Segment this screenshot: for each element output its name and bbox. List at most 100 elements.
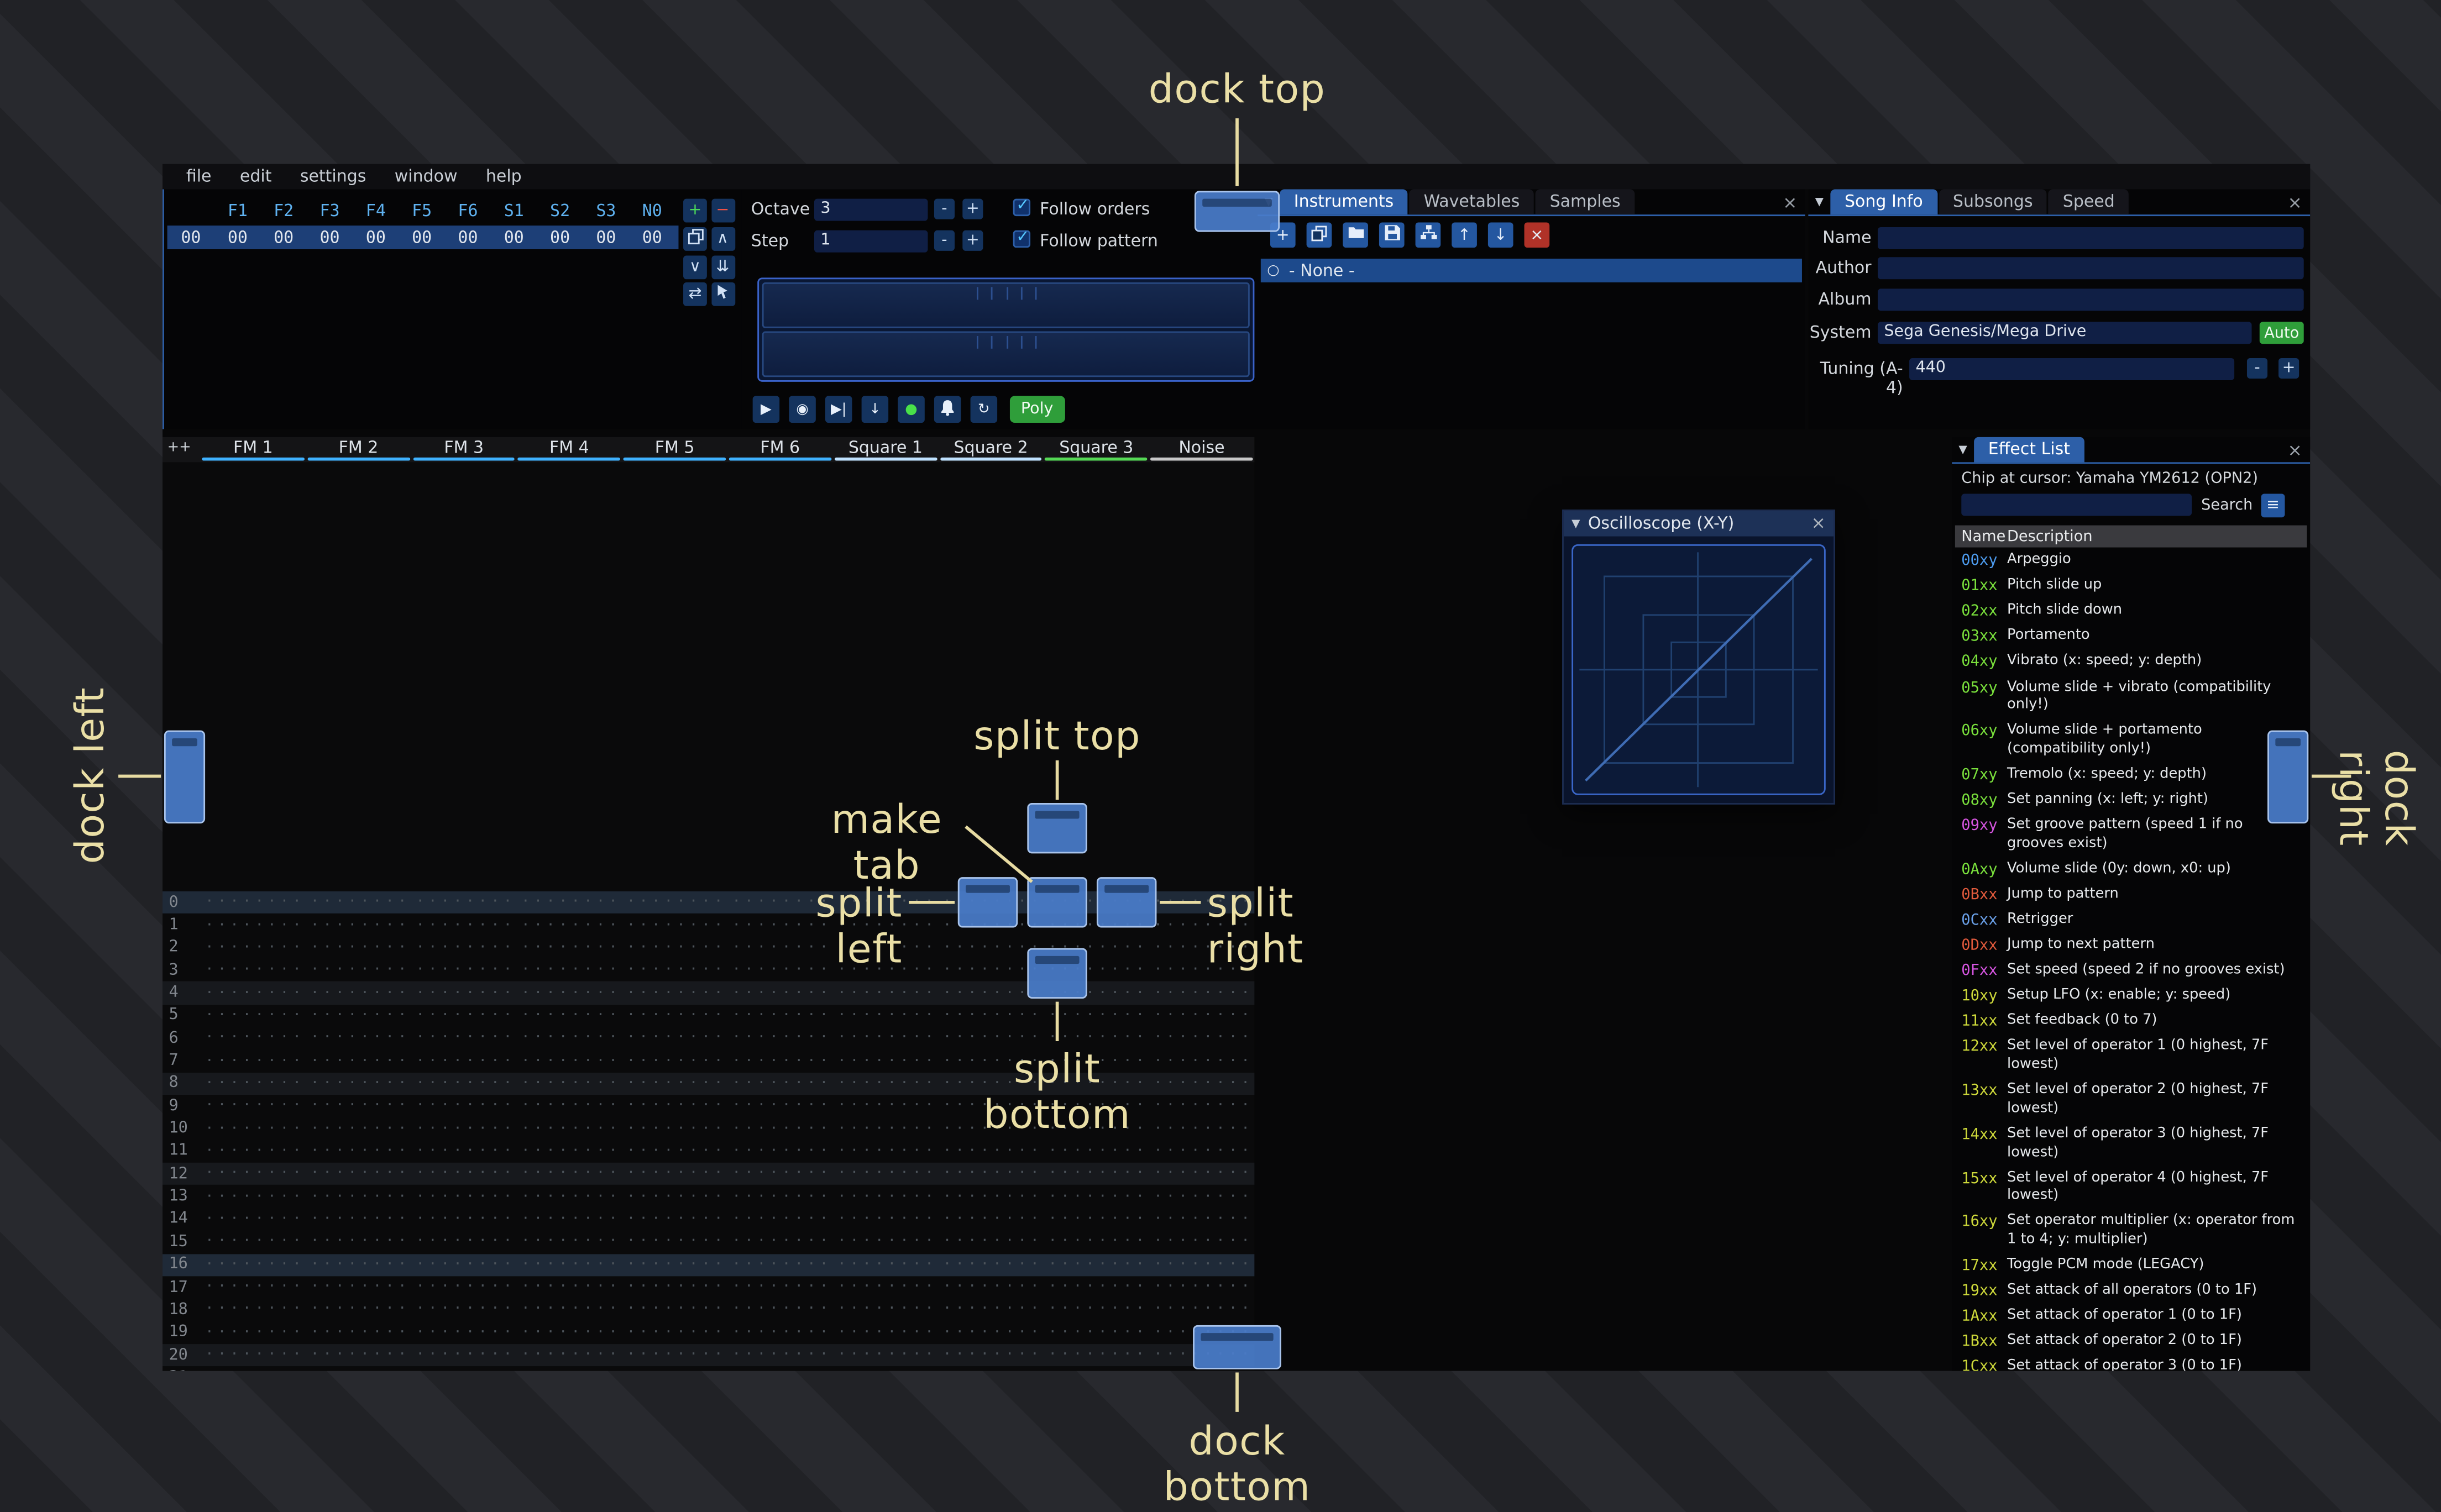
pattern-cell[interactable]: ·············· bbox=[622, 1121, 727, 1137]
pattern-cell[interactable]: ·············· bbox=[1044, 1143, 1149, 1159]
pattern-cell[interactable]: ·············· bbox=[201, 1279, 306, 1295]
pattern-cell[interactable]: ·············· bbox=[1044, 1325, 1149, 1341]
pattern-cell[interactable]: ·············· bbox=[938, 1257, 1044, 1273]
close-icon[interactable]: × bbox=[2288, 440, 2302, 460]
pattern-cell[interactable]: ·············· bbox=[833, 1143, 938, 1159]
pattern-cell[interactable]: ·············· bbox=[1044, 1279, 1149, 1295]
pattern-cell[interactable]: ·············· bbox=[833, 985, 938, 1001]
step-decrease-button[interactable]: - bbox=[934, 230, 955, 251]
metronome-button[interactable] bbox=[934, 396, 961, 423]
effect-row[interactable]: 16xy Set operator multiplier (x: operator… bbox=[1955, 1210, 2310, 1254]
channel-header-fm-2[interactable]: FM 2 bbox=[306, 437, 411, 463]
pattern-cell[interactable]: ·············· bbox=[517, 1053, 622, 1069]
order-edit-mode-button[interactable] bbox=[710, 283, 735, 307]
pattern-cell[interactable]: ·············· bbox=[517, 1166, 622, 1182]
pattern-cell[interactable]: ·············· bbox=[622, 1234, 727, 1250]
octave-input[interactable]: 3 bbox=[814, 198, 928, 221]
collapse-arrow-icon[interactable]: ▼ bbox=[1808, 190, 1830, 215]
pattern-cell[interactable]: ·············· bbox=[201, 1008, 306, 1024]
pattern-cell[interactable]: ·············· bbox=[727, 1166, 832, 1182]
pattern-cell[interactable]: ·············· bbox=[938, 1166, 1044, 1182]
pattern-cell[interactable]: ·············· bbox=[1044, 1166, 1149, 1182]
pattern-cell[interactable]: ·············· bbox=[201, 1257, 306, 1273]
pattern-cell[interactable]: ·············· bbox=[1044, 1008, 1149, 1024]
pattern-cell[interactable]: ·············· bbox=[1044, 1347, 1149, 1363]
pattern-cell[interactable]: ·············· bbox=[517, 1121, 622, 1137]
pattern-cell[interactable]: ·············· bbox=[201, 1099, 306, 1115]
pattern-cell[interactable]: ·············· bbox=[517, 1143, 622, 1159]
pattern-cell[interactable]: ·············· bbox=[1149, 1234, 1254, 1250]
effect-row[interactable]: 01xx Pitch slide up bbox=[1955, 574, 2310, 600]
pattern-cell[interactable]: ·············· bbox=[201, 1325, 306, 1341]
effect-row[interactable]: 0Fxx Set speed (speed 2 if no grooves exi… bbox=[1955, 959, 2310, 984]
pattern-cell[interactable]: ·············· bbox=[306, 1008, 411, 1024]
pattern-cell[interactable]: ·············· bbox=[411, 1325, 516, 1341]
tab-song-info[interactable]: Song Info bbox=[1830, 189, 1937, 215]
pattern-cell[interactable]: ·············· bbox=[201, 1031, 306, 1047]
pattern-cell[interactable]: ·············· bbox=[833, 1076, 938, 1092]
pattern-cell[interactable]: ·············· bbox=[201, 1166, 306, 1182]
tab-wavetables[interactable]: Wavetables bbox=[1409, 189, 1534, 215]
move-instrument-down-button[interactable]: ↓ bbox=[1487, 222, 1513, 248]
pattern-cell[interactable]: ·············· bbox=[411, 1347, 516, 1363]
pattern-cell[interactable]: ·············· bbox=[727, 1008, 832, 1024]
channel-header-noise[interactable]: Noise bbox=[1149, 437, 1255, 463]
pattern-cell[interactable]: ·············· bbox=[1149, 1143, 1254, 1159]
oscilloscope-window[interactable]: ▼ Oscilloscope (X-Y) × bbox=[1562, 510, 1835, 805]
pattern-cell[interactable]: ·············· bbox=[622, 1008, 727, 1024]
tuning-increase-button[interactable]: + bbox=[2278, 358, 2299, 379]
pattern-cell[interactable]: ·············· bbox=[201, 1302, 306, 1318]
pattern-cell[interactable]: ·············· bbox=[833, 1211, 938, 1227]
channel-header-square-2[interactable]: Square 2 bbox=[938, 437, 1044, 463]
pattern-cell[interactable]: ·············· bbox=[201, 1370, 306, 1371]
pattern-cell[interactable]: ·············· bbox=[833, 1234, 938, 1250]
pattern-cell[interactable]: ·············· bbox=[517, 895, 622, 911]
pattern-cell[interactable]: ·············· bbox=[306, 1031, 411, 1047]
pattern-cell[interactable]: ·············· bbox=[306, 917, 411, 933]
pattern-cell[interactable]: ·············· bbox=[622, 895, 727, 911]
pattern-cell[interactable]: ·············· bbox=[306, 1234, 411, 1250]
pattern-cell[interactable]: ·············· bbox=[1149, 1008, 1254, 1024]
effect-row[interactable]: 00xy Arpeggio bbox=[1955, 549, 2310, 574]
song-name-input[interactable] bbox=[1877, 227, 2304, 250]
split-bottom-target[interactable] bbox=[1027, 948, 1087, 999]
pattern-cell[interactable]: ·············· bbox=[938, 1189, 1044, 1205]
channel-header-fm-5[interactable]: FM 5 bbox=[622, 437, 727, 463]
pattern-cell[interactable]: ·············· bbox=[1149, 1257, 1254, 1273]
pattern-cell[interactable]: ·············· bbox=[622, 1347, 727, 1363]
order-cell-s1[interactable]: 00 bbox=[491, 228, 537, 246]
pattern-cell[interactable]: ·············· bbox=[622, 1143, 727, 1159]
system-input[interactable]: Sega Genesis/Mega Drive bbox=[1877, 322, 2252, 344]
pattern-cell[interactable]: ·············· bbox=[306, 1166, 411, 1182]
pattern-cell[interactable]: ·············· bbox=[833, 1008, 938, 1024]
pattern-cell[interactable]: ·············· bbox=[727, 1279, 832, 1295]
pattern-cell[interactable]: ·············· bbox=[1149, 1370, 1254, 1371]
pattern-cell[interactable]: ·············· bbox=[833, 1166, 938, 1182]
pattern-cell[interactable]: ·············· bbox=[938, 1370, 1044, 1371]
pattern-cell[interactable]: ·············· bbox=[1044, 1257, 1149, 1273]
dock-left-target[interactable] bbox=[164, 730, 206, 824]
pattern-cell[interactable]: ·············· bbox=[1149, 1166, 1254, 1182]
duplicate-instrument-button[interactable] bbox=[1306, 222, 1332, 248]
pattern-cell[interactable]: ·············· bbox=[201, 1189, 306, 1205]
effect-row[interactable]: 04xy Vibrato (x: speed; y: depth) bbox=[1955, 650, 2310, 676]
pattern-cell[interactable]: ·············· bbox=[622, 1189, 727, 1205]
record-button[interactable]: ● bbox=[898, 396, 925, 423]
play-one-row-button[interactable]: ▶| bbox=[825, 396, 852, 423]
order-list-row[interactable]: 00 00 00 00 00 00 00 00 00 00 00 bbox=[167, 225, 679, 250]
pattern-cell[interactable]: ·············· bbox=[833, 1279, 938, 1295]
remove-order-button[interactable]: − bbox=[710, 198, 735, 223]
pattern-cell[interactable]: ·············· bbox=[411, 1143, 516, 1159]
pattern-cell[interactable]: ·············· bbox=[201, 1211, 306, 1227]
duplicate-order-button[interactable] bbox=[683, 227, 707, 251]
pattern-cell[interactable]: ·············· bbox=[622, 917, 727, 933]
effect-row[interactable]: 0Cxx Retrigger bbox=[1955, 909, 2310, 934]
pattern-cell[interactable]: ·············· bbox=[727, 1189, 832, 1205]
pattern-cell[interactable]: ·············· bbox=[727, 985, 832, 1001]
pattern-cell[interactable]: ·············· bbox=[833, 1370, 938, 1371]
pattern-cell[interactable]: ·············· bbox=[517, 985, 622, 1001]
pattern-cell[interactable]: ·············· bbox=[517, 1031, 622, 1047]
pattern-cell[interactable]: ·············· bbox=[201, 963, 306, 979]
pattern-cell[interactable]: ·············· bbox=[201, 895, 306, 911]
pattern-cell[interactable]: ·············· bbox=[622, 985, 727, 1001]
